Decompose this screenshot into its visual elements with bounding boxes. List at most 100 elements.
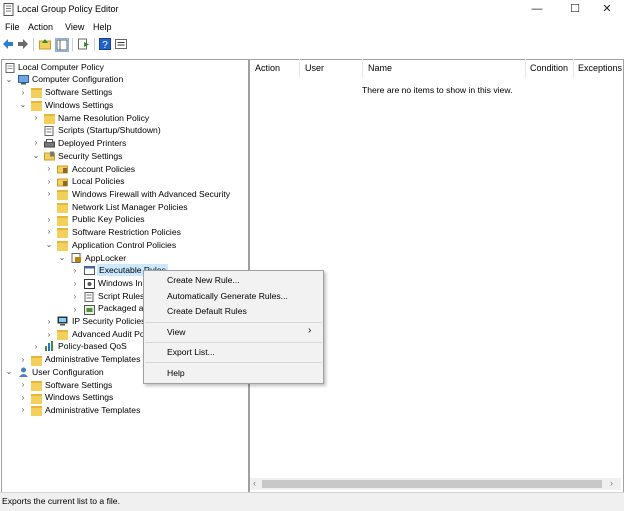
script-rules-icon: [84, 292, 95, 302]
tree-computer-configuration[interactable]: Computer Configuration: [32, 74, 123, 84]
scroll-left-icon[interactable]: ‹: [253, 478, 256, 488]
folder-icon: [31, 356, 42, 366]
menu-item-create-default-rules[interactable]: Create Default Rules: [167, 306, 247, 316]
scroll-right-icon[interactable]: ›: [610, 478, 613, 488]
column-header-action[interactable]: Action: [255, 63, 280, 73]
expand-chevron-icon[interactable]: ›: [45, 215, 53, 224]
menu-file[interactable]: File: [5, 22, 20, 32]
tree-security-settings[interactable]: Security Settings: [58, 151, 122, 161]
folder-icon: [44, 114, 55, 124]
expand-chevron-icon[interactable]: ›: [71, 279, 79, 288]
column-divider[interactable]: [573, 59, 574, 78]
column-header-exceptions[interactable]: Exceptions: [578, 63, 622, 73]
column-divider[interactable]: [525, 59, 526, 78]
expand-chevron-icon[interactable]: ›: [19, 405, 27, 414]
column-header-condition[interactable]: Condition: [530, 63, 568, 73]
menu-action[interactable]: Action: [28, 22, 53, 32]
scrollbar-thumb[interactable]: [262, 480, 602, 488]
expand-chevron-icon[interactable]: ›: [45, 227, 53, 236]
tree-deployed-printers[interactable]: Deployed Printers: [58, 138, 126, 148]
expand-chevron-icon[interactable]: ›: [19, 393, 27, 402]
tree-windows-installer[interactable]: Windows In: [98, 278, 142, 288]
help-icon[interactable]: ?: [99, 38, 111, 51]
expand-chevron-icon[interactable]: ›: [32, 138, 40, 147]
tree-windows-settings[interactable]: Windows Settings: [45, 100, 113, 110]
export-list-icon[interactable]: [78, 38, 90, 50]
expand-chevron-icon[interactable]: ›: [45, 177, 53, 186]
status-bar: Exports the current list to a file.: [0, 492, 624, 511]
close-button[interactable]: ✕: [590, 0, 624, 20]
menu-separator: [145, 342, 322, 343]
tree-network-list[interactable]: Network List Manager Policies: [72, 202, 188, 212]
column-header-name[interactable]: Name: [368, 63, 392, 73]
column-divider[interactable]: [362, 59, 363, 78]
computer-icon: [18, 75, 29, 85]
menu-item-create-new-rule[interactable]: Create New Rule...: [167, 275, 240, 285]
lock-folder-icon: [57, 177, 68, 187]
app-icon: [3, 3, 14, 16]
tree-script-rules[interactable]: Script Rules: [98, 291, 144, 301]
show-hide-tree-icon[interactable]: [55, 38, 69, 52]
tree-ip-security[interactable]: IP Security Policies: [72, 316, 145, 326]
tree-root[interactable]: Local Computer Policy: [18, 62, 104, 72]
menu-separator: [145, 322, 322, 323]
tree-name-resolution-policy[interactable]: Name Resolution Policy: [58, 113, 149, 123]
tree-scripts[interactable]: Scripts (Startup/Shutdown): [58, 125, 161, 135]
expand-chevron-icon[interactable]: ›: [32, 113, 40, 122]
script-icon: [44, 126, 55, 136]
tree-applocker[interactable]: AppLocker: [85, 253, 126, 263]
expand-chevron-icon[interactable]: ›: [71, 266, 79, 275]
tree-user-windows-settings[interactable]: Windows Settings: [45, 392, 113, 402]
tree-account-policies[interactable]: Account Policies: [72, 164, 135, 174]
expand-chevron-icon[interactable]: ›: [32, 342, 40, 351]
tree-packaged-apps[interactable]: Packaged a: [98, 303, 143, 313]
menu-view[interactable]: View: [65, 22, 84, 32]
collapse-chevron-icon[interactable]: ⌄: [5, 367, 13, 376]
menu-item-export-list[interactable]: Export List...: [167, 347, 215, 357]
menu-item-auto-generate-rules[interactable]: Automatically Generate Rules...: [167, 291, 288, 301]
forward-arrow-icon[interactable]: [17, 38, 29, 50]
expand-chevron-icon[interactable]: ›: [45, 189, 53, 198]
collapse-chevron-icon[interactable]: ⌄: [5, 75, 13, 84]
minimize-button[interactable]: —: [520, 0, 554, 20]
expand-chevron-icon[interactable]: ›: [71, 305, 79, 314]
tree-user-administrative-templates[interactable]: Administrative Templates: [45, 405, 140, 415]
folder-icon: [31, 406, 42, 416]
back-arrow-icon[interactable]: [2, 38, 14, 50]
collapse-chevron-icon[interactable]: ⌄: [19, 100, 27, 109]
tree-software-restriction[interactable]: Software Restriction Policies: [72, 227, 181, 237]
tree-software-settings[interactable]: Software Settings: [45, 87, 112, 97]
expand-chevron-icon[interactable]: ›: [19, 88, 27, 97]
expand-chevron-icon[interactable]: ›: [19, 380, 27, 389]
tree-public-key[interactable]: Public Key Policies: [72, 214, 145, 224]
tree-user-configuration[interactable]: User Configuration: [32, 367, 104, 377]
collapse-chevron-icon[interactable]: ⌄: [45, 240, 53, 249]
expand-chevron-icon[interactable]: ›: [45, 317, 53, 326]
collapse-chevron-icon[interactable]: ⌄: [58, 253, 66, 262]
tree-administrative-templates[interactable]: Administrative Templates: [45, 354, 140, 364]
expand-chevron-icon[interactable]: ›: [71, 292, 79, 301]
column-header-user[interactable]: User: [305, 63, 324, 73]
expand-chevron-icon[interactable]: ›: [45, 330, 53, 339]
menu-help[interactable]: Help: [93, 22, 112, 32]
expand-chevron-icon[interactable]: ›: [45, 164, 53, 173]
folder-icon: [57, 228, 68, 238]
column-divider[interactable]: [299, 59, 300, 78]
expand-chevron-icon[interactable]: ›: [19, 355, 27, 364]
collapse-chevron-icon[interactable]: ⌄: [32, 151, 40, 160]
tree-application-control[interactable]: Application Control Policies: [72, 240, 176, 250]
folder-icon: [57, 190, 68, 200]
tree-local-policies[interactable]: Local Policies: [72, 176, 125, 186]
tree-policy-qos[interactable]: Policy-based QoS: [58, 341, 127, 351]
tree-windows-firewall[interactable]: Windows Firewall with Advanced Security: [72, 189, 230, 199]
menu-item-help[interactable]: Help: [167, 368, 185, 378]
tree-user-software-settings[interactable]: Software Settings: [45, 380, 112, 390]
up-folder-icon[interactable]: [39, 38, 51, 50]
menu-item-view[interactable]: View: [167, 327, 185, 337]
maximize-button[interactable]: ☐: [558, 0, 592, 20]
security-settings-icon: [44, 151, 55, 161]
folder-icon: [57, 203, 68, 213]
properties-icon[interactable]: [115, 38, 127, 50]
tree-advanced-audit[interactable]: Advanced Audit Po: [72, 329, 145, 339]
folder-icon: [57, 216, 68, 226]
